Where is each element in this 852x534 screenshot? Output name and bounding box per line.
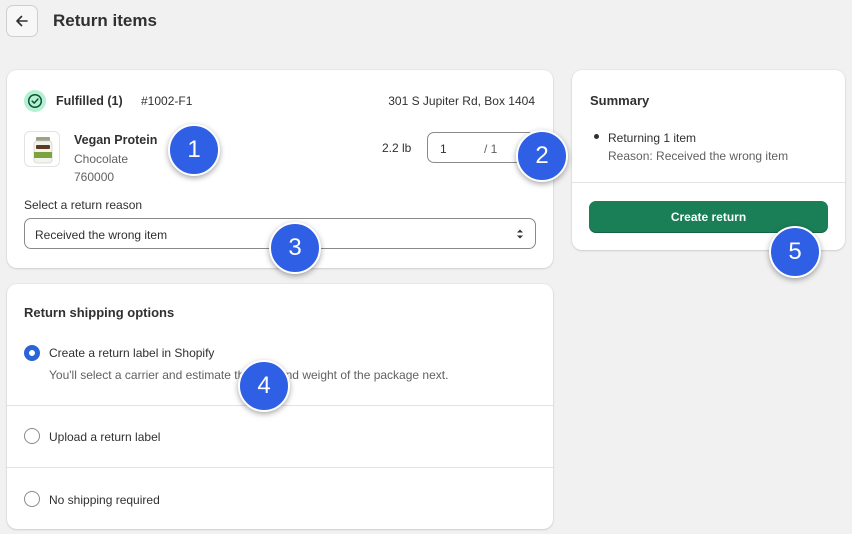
radio-upload-label[interactable] <box>24 428 40 444</box>
return-reason-value: Received the wrong item <box>35 228 168 242</box>
divider <box>572 182 845 183</box>
shipping-address: 301 S Jupiter Rd, Box 1404 <box>388 94 535 108</box>
bullet-icon <box>594 134 599 139</box>
product-weight: 2.2 lb <box>382 141 412 155</box>
annotation-badge-5: 5 <box>769 226 821 278</box>
product-name: Vegan Protein <box>74 133 158 147</box>
product-sku: 760000 <box>74 170 115 184</box>
annotation-badge-3: 3 <box>269 222 321 274</box>
arrow-left-icon <box>16 15 28 27</box>
annotation-badge-4: 4 <box>238 360 290 412</box>
order-number: #1002-F1 <box>141 94 193 108</box>
select-arrows-icon <box>517 229 523 239</box>
summary-title: Summary <box>590 93 650 108</box>
return-shipping-card: Return shipping options Create a return … <box>7 284 553 529</box>
product-variant: Chocolate <box>74 152 129 166</box>
option-no-shipping[interactable]: No shipping required <box>49 493 160 507</box>
page-title: Return items <box>53 11 157 30</box>
shipping-options-title: Return shipping options <box>24 305 175 320</box>
back-button[interactable] <box>6 5 38 37</box>
fulfilled-check-icon <box>24 90 46 112</box>
quantity-max: / 1 <box>484 142 498 156</box>
summary-reason: Reason: Received the wrong item <box>608 149 789 163</box>
annotation-badge-1: 1 <box>168 124 220 176</box>
summary-card: Summary Returning 1 item Reason: Receive… <box>572 70 845 250</box>
fulfilled-status: Fulfilled (1) <box>56 94 123 108</box>
quantity-value: 1 <box>440 142 447 156</box>
summary-item-count: Returning 1 item <box>608 131 697 145</box>
return-reason-label: Select a return reason <box>24 198 143 212</box>
radio-create-label[interactable] <box>24 345 40 361</box>
product-thumbnail <box>24 131 60 167</box>
divider <box>7 467 553 468</box>
radio-no-shipping[interactable] <box>24 491 40 507</box>
option-upload-label[interactable]: Upload a return label <box>49 430 160 444</box>
annotation-badge-2: 2 <box>516 130 568 182</box>
option-create-label[interactable]: Create a return label in Shopify <box>49 346 214 360</box>
